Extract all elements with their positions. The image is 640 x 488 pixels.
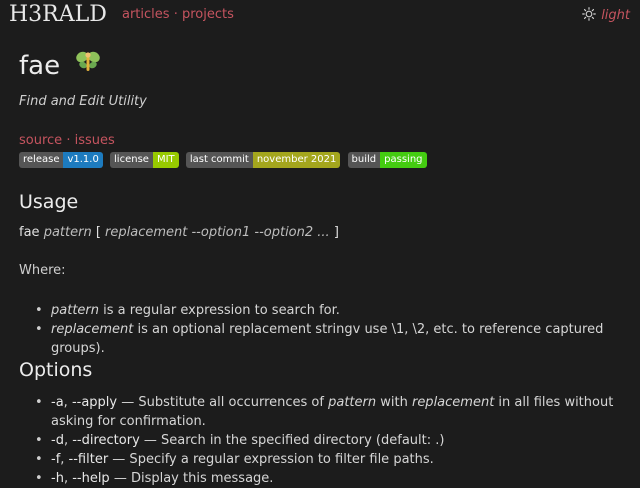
release-badge[interactable]: release v1.1.0 <box>19 152 103 168</box>
list-item: pattern is a regular expression to searc… <box>33 301 623 320</box>
build-badge[interactable]: build passing <box>347 152 427 168</box>
site-logo[interactable]: H3RALD <box>9 2 107 27</box>
list-item: -a, --apply — Substitute all occurrences… <box>33 393 623 431</box>
theme-toggle[interactable]: light <box>582 7 630 23</box>
theme-toggle-label: light <box>601 8 630 23</box>
command-name: fae <box>19 225 40 240</box>
issues-link[interactable]: issues <box>75 133 115 148</box>
nav-separator: · <box>173 7 178 22</box>
nav-articles-link[interactable]: articles <box>122 7 170 22</box>
options-list: -a, --apply — Substitute all occurrences… <box>33 393 623 488</box>
last-commit-badge[interactable]: last commit november 2021 <box>185 152 341 168</box>
term-description: is an optional replacement stringv use \… <box>51 322 604 356</box>
where-list: pattern is a regular expression to searc… <box>33 301 623 358</box>
badge-value: MIT <box>152 152 179 168</box>
options-heading: Options <box>19 359 93 381</box>
option-desc: — Search in the specified directory (def… <box>139 433 445 448</box>
top-bar: H3RALD articles · projects light <box>0 0 640 32</box>
option-short: -f <box>51 452 61 467</box>
badge-key: build <box>347 152 381 168</box>
option-long: --apply <box>71 395 118 410</box>
term: replacement <box>51 322 134 337</box>
project-links: source · issues <box>19 133 115 148</box>
open-bracket: [ <box>95 225 101 240</box>
option-desc: — Display this message. <box>109 471 274 486</box>
list-item: -h, --help — Display this message. <box>33 469 623 488</box>
main-nav: articles · projects <box>122 7 234 22</box>
badge-key: license <box>110 152 153 168</box>
where-label: Where: <box>19 263 66 278</box>
option-short: -h <box>51 471 64 486</box>
close-bracket: ] <box>333 225 339 240</box>
term: pattern <box>51 303 99 318</box>
option-short: -d <box>51 433 64 448</box>
list-item: -f, --filter — Specify a regular express… <box>33 450 623 469</box>
option-long: --directory <box>72 433 140 448</box>
badge-value: passing <box>380 152 427 168</box>
badge-key: last commit <box>185 152 253 168</box>
option-long: --filter <box>68 452 109 467</box>
license-badge[interactable]: license MIT <box>110 152 179 168</box>
option-short: -a <box>51 395 64 410</box>
page-title-text: fae <box>19 51 61 81</box>
page-title: fae <box>19 48 102 81</box>
source-link[interactable]: source <box>19 133 62 148</box>
page-subtitle: Find and Edit Utility <box>19 94 147 109</box>
optional-args: replacement --option1 --option2 ... <box>105 225 330 240</box>
badge-row: release v1.1.0 license MIT last commit nove… <box>19 152 431 168</box>
sun-icon <box>582 7 597 21</box>
option-long: --help <box>72 471 110 486</box>
list-item: replacement is an optional replacement s… <box>33 320 623 358</box>
option-em: pattern <box>328 395 377 410</box>
usage-heading: Usage <box>19 191 79 213</box>
badge-key: release <box>19 152 64 168</box>
term-description: is a regular expression to search for. <box>99 303 340 318</box>
badge-value: november 2021 <box>252 152 341 168</box>
fairy-icon <box>76 51 101 71</box>
option-desc: with <box>376 395 412 410</box>
badge-value: v1.1.0 <box>63 152 103 168</box>
option-em: replacement <box>411 395 495 410</box>
option-desc: — Substitute all occurrences of <box>117 395 329 410</box>
usage-synopsis: fae pattern [ replacement --option1 --op… <box>19 225 339 240</box>
pattern-arg: pattern <box>43 225 92 240</box>
link-separator: · <box>66 133 71 148</box>
nav-projects-link[interactable]: projects <box>182 7 234 22</box>
option-desc: — Specify a regular expression to filter… <box>108 452 434 467</box>
list-item: -d, --directory — Search in the specifie… <box>33 431 623 450</box>
